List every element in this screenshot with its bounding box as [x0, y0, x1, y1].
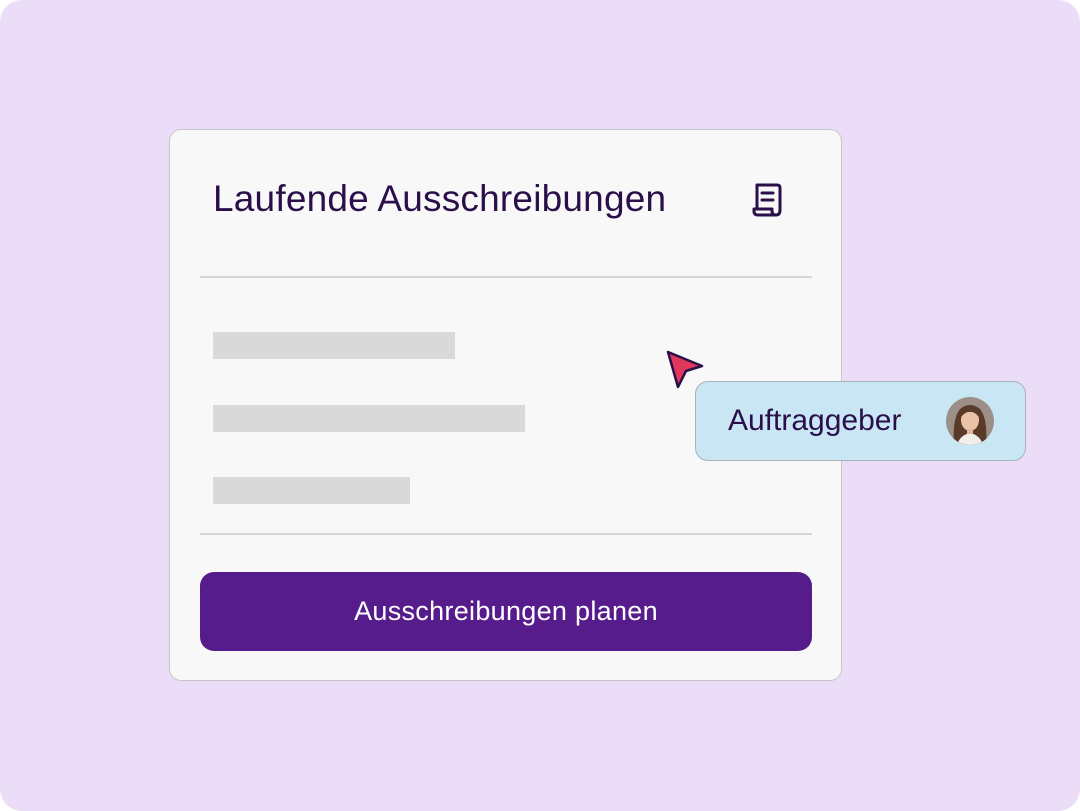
placeholder-row [213, 405, 525, 432]
role-chip: Auftraggeber [695, 381, 1026, 461]
background-canvas: Laufende Ausschreibungen Ausschreibungen… [0, 0, 1080, 811]
document-icon [752, 183, 782, 217]
role-label: Auftraggeber [728, 404, 902, 437]
plan-tenders-button[interactable]: Ausschreibungen planen [200, 572, 812, 651]
divider-top [200, 276, 812, 278]
placeholder-row [213, 477, 410, 504]
placeholder-row [213, 332, 455, 359]
card-title: Laufende Ausschreibungen [213, 178, 667, 219]
avatar [946, 397, 994, 445]
divider-bottom [200, 533, 812, 535]
